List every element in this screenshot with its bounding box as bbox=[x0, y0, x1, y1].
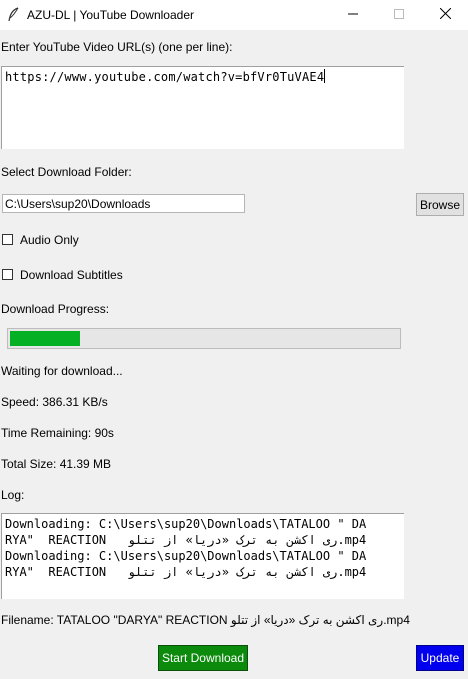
close-icon bbox=[439, 7, 451, 22]
audio-only-label: Audio Only bbox=[20, 233, 79, 247]
filename-text: Filename: TATALOO "DARYA" REACTION ری اک… bbox=[1, 613, 410, 627]
minimize-icon bbox=[348, 8, 358, 22]
audio-only-checkbox[interactable] bbox=[2, 234, 13, 245]
progress-bar bbox=[7, 328, 401, 349]
folder-label: Select Download Folder: bbox=[1, 165, 132, 179]
time-remaining-text: Time Remaining: 90s bbox=[1, 426, 114, 440]
log-line: Downloading: C:\Users\sup20\Downloads\TA… bbox=[5, 549, 367, 563]
window-title: AZU-DL | YouTube Downloader bbox=[27, 8, 194, 22]
log-line: RYA" REACTION ری اکشن به ترک «دریا» از ت… bbox=[5, 565, 367, 579]
log-label: Log: bbox=[1, 488, 25, 502]
title-bar: AZU-DL | YouTube Downloader bbox=[0, 0, 468, 30]
progress-label: Download Progress: bbox=[1, 302, 110, 316]
subtitles-checkbox[interactable] bbox=[2, 269, 13, 280]
subtitles-label: Download Subtitles bbox=[20, 268, 123, 282]
text-caret bbox=[324, 69, 326, 83]
log-line: Downloading: C:\Users\sup20\Downloads\TA… bbox=[5, 517, 367, 531]
browse-button[interactable]: Browse bbox=[416, 193, 464, 216]
status-message: Waiting for download... bbox=[1, 364, 123, 378]
speed-text: Speed: 386.31 KB/s bbox=[1, 395, 108, 409]
folder-path-input[interactable]: C:\Users\sup20\Downloads bbox=[2, 194, 245, 213]
feather-icon bbox=[6, 7, 20, 23]
maximize-button[interactable] bbox=[376, 0, 422, 30]
progress-fill bbox=[10, 331, 80, 346]
url-label: Enter YouTube Video URL(s) (one per line… bbox=[1, 40, 233, 54]
url-textarea[interactable]: https://www.youtube.com/watch?v=bfVr0TuV… bbox=[1, 66, 404, 149]
minimize-button[interactable] bbox=[330, 0, 376, 30]
maximize-icon bbox=[394, 8, 404, 22]
total-size-text: Total Size: 41.39 MB bbox=[1, 457, 112, 471]
log-textarea[interactable]: Downloading: C:\Users\sup20\Downloads\TA… bbox=[1, 513, 404, 599]
start-download-button[interactable]: Start Download bbox=[158, 645, 248, 671]
update-button[interactable]: Update bbox=[416, 645, 464, 671]
close-button[interactable] bbox=[422, 0, 468, 30]
log-line: RYA" REACTION ری اکشن به ترک «دریا» از ت… bbox=[5, 533, 367, 547]
url-text: https://www.youtube.com/watch?v=bfVr0TuV… bbox=[5, 69, 326, 84]
